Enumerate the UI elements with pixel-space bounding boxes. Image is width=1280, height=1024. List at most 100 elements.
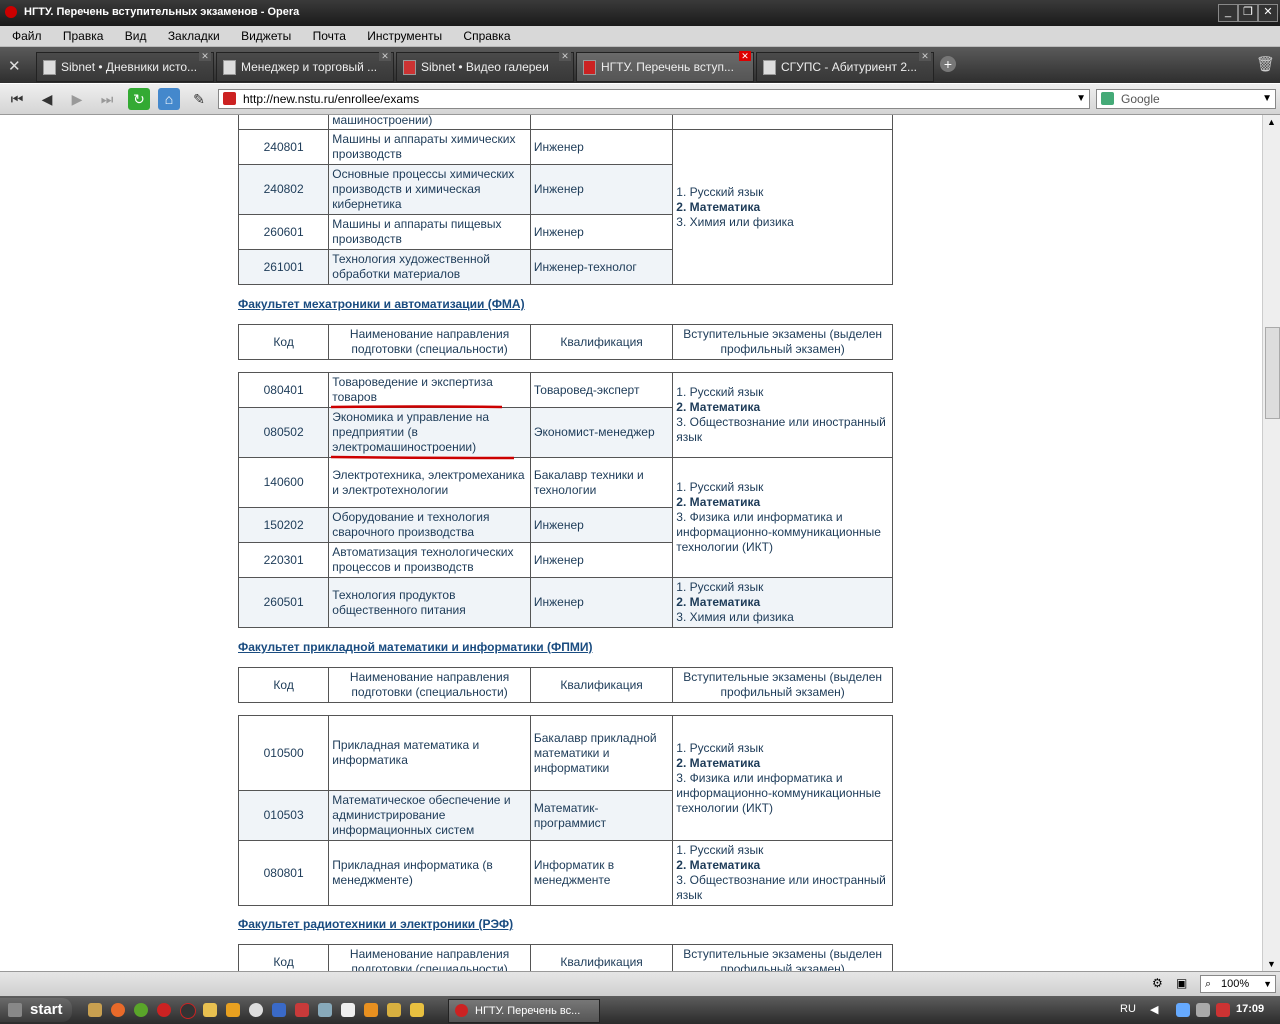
trash-icon[interactable]: 🗑 [1256, 55, 1275, 73]
zoom-control[interactable]: ⌕ 100% ▼ [1200, 975, 1276, 993]
tab-label: СГУПС - Абитуриент 2... [781, 60, 918, 74]
cell-qual: Бакалавр прикладной математики и информа… [529, 715, 674, 791]
header-qual: Квалификация [529, 944, 674, 971]
table-header: Код Наименование направления подготовки … [237, 944, 893, 971]
scroll-up-icon[interactable]: ▲ [1267, 117, 1276, 127]
exam-line: 3. Обществознание или иностранный язык [676, 873, 886, 902]
tab-label: Sibnet • Видео галереи [421, 60, 549, 74]
network-icon[interactable] [1176, 1003, 1190, 1017]
dropdown-arrow-icon[interactable]: ▼ [1262, 90, 1272, 108]
tab-manager[interactable]: Менеджер и торговый ... ✕ [216, 51, 394, 82]
back-icon[interactable]: ◀ [36, 88, 58, 110]
turbo-icon[interactable]: ⚙ [1152, 976, 1163, 990]
security-icon[interactable] [1216, 1003, 1230, 1017]
close-button[interactable]: ✕ [1258, 4, 1278, 22]
search-field[interactable]: Google ▼ [1096, 89, 1276, 109]
exam-line-profile: 2. Математика [676, 858, 761, 872]
vertical-scrollbar[interactable]: ▲ ▼ [1262, 115, 1280, 971]
quicklaunch-icon[interactable] [88, 1003, 102, 1017]
scrollbar-thumb[interactable] [1265, 327, 1280, 419]
menu-mail[interactable]: Почта [313, 26, 346, 46]
address-field[interactable]: http://new.nstu.ru/enrollee/exams ▼ [218, 89, 1090, 109]
cell-code: 010500 [237, 715, 330, 791]
images-icon[interactable]: ▣ [1176, 976, 1187, 990]
header-name: Наименование направления подготовки (спе… [328, 667, 531, 703]
menu-help[interactable]: Справка [463, 26, 510, 46]
minimize-button[interactable]: _ [1218, 4, 1238, 22]
folder-icon[interactable] [203, 1003, 217, 1017]
dropdown-arrow-icon[interactable]: ▼ [1263, 976, 1272, 992]
google-icon [1101, 92, 1114, 105]
header-qual: Квалификация [529, 667, 674, 703]
tab-close-icon[interactable]: ✕ [739, 51, 751, 61]
zoom-value: 100% [1221, 978, 1250, 990]
tab-label: НГТУ. Перечень вступ... [601, 60, 734, 74]
quicklaunch-icon[interactable] [341, 1003, 355, 1017]
task-label: НГТУ. Перечень вс... [475, 1005, 581, 1017]
quicklaunch-icon[interactable] [364, 1003, 378, 1017]
quicklaunch-icon[interactable] [226, 1003, 240, 1017]
exam-line: 3. Физика или информатика и информационн… [676, 770, 881, 815]
quicklaunch-icon[interactable] [134, 1003, 148, 1017]
home-icon[interactable]: ⌂ [158, 88, 180, 110]
header-name: Наименование направления подготовки (спе… [328, 944, 531, 971]
menu-tools[interactable]: Инструменты [367, 26, 442, 46]
start-label: start [30, 1001, 63, 1018]
fast-forward-icon[interactable]: ⏭ [96, 88, 118, 110]
tray-arrow-icon[interactable]: ◀ [1150, 1003, 1158, 1016]
windows-logo-icon [8, 1003, 22, 1017]
table-header: Код Наименование направления подготовки … [237, 667, 893, 703]
maximize-button[interactable]: ❐ [1238, 4, 1258, 22]
tab-close-icon[interactable]: ✕ [379, 51, 391, 61]
underline-mark [330, 455, 515, 460]
new-tab-icon[interactable]: + [940, 56, 956, 72]
tab-close-icon[interactable]: ✕ [919, 51, 931, 61]
reload-icon[interactable]: ↻ [128, 88, 150, 110]
tab-close-icon[interactable]: ✕ [199, 51, 211, 61]
edit-pen-icon[interactable]: ✎ [188, 88, 210, 110]
start-button[interactable]: start [0, 998, 72, 1022]
volume-icon[interactable] [1196, 1003, 1210, 1017]
quicklaunch-icon[interactable] [318, 1003, 332, 1017]
url-text: http://new.nstu.ru/enrollee/exams [243, 92, 420, 106]
dropdown-arrow-icon[interactable]: ▼ [1076, 90, 1086, 108]
taskbar: start НГТУ. Перечень вс... RU ◀ 17:09 [0, 996, 1280, 1024]
tab-sibnet-video[interactable]: Sibnet • Видео галереи ✕ [396, 51, 574, 82]
media-icon[interactable] [180, 1003, 196, 1019]
tab-sibnet-diaries[interactable]: Sibnet • Дневники исто... ✕ [36, 51, 214, 82]
quicklaunch-icon[interactable] [295, 1003, 309, 1017]
rewind-icon[interactable]: ⏮ [6, 88, 28, 110]
tab-nstu-exams[interactable]: НГТУ. Перечень вступ... ✕ [576, 51, 754, 82]
quicklaunch-icon[interactable] [272, 1003, 286, 1017]
menu-bookmarks[interactable]: Закладки [168, 26, 220, 46]
faculty-link-ref[interactable]: Факультет радиотехники и электроники (РЭ… [238, 917, 513, 931]
cell-qual: Математик-программист [529, 790, 674, 841]
menu-file[interactable]: Файл [12, 26, 42, 46]
search-engine-label: Google [1121, 92, 1160, 106]
header-code: Код [237, 944, 330, 971]
forward-icon[interactable]: ▶ [66, 88, 88, 110]
opera-icon [455, 1004, 468, 1017]
tab-close-icon[interactable]: ✕ [559, 51, 571, 61]
header-exams: Вступительные экзамены (выделен профильн… [672, 667, 893, 703]
scroll-down-icon[interactable]: ▼ [1267, 959, 1276, 969]
menu-widgets[interactable]: Виджеты [241, 26, 291, 46]
tab-sgups[interactable]: СГУПС - Абитуриент 2... ✕ [756, 51, 934, 82]
panel-tools-icon[interactable]: ✕ [8, 57, 21, 75]
quicklaunch-icon[interactable] [249, 1003, 263, 1017]
faculty-link-fpmi[interactable]: Факультет прикладной математики и информ… [238, 640, 592, 654]
quicklaunch-icon[interactable] [387, 1003, 401, 1017]
tab-label: Менеджер и торговый ... [241, 60, 378, 74]
taskbar-window-button[interactable]: НГТУ. Перечень вс... [448, 999, 600, 1023]
menu-bar: Файл Правка Вид Закладки Виджеты Почта И… [0, 26, 1280, 47]
language-indicator[interactable]: RU [1120, 1003, 1136, 1015]
exam-line: 1. Русский язык [676, 843, 764, 857]
opera-icon[interactable] [157, 1003, 171, 1017]
tab-label: Sibnet • Дневники исто... [61, 60, 198, 74]
quicklaunch-icon[interactable] [410, 1003, 424, 1017]
menu-edit[interactable]: Правка [63, 26, 104, 46]
window-title: НГТУ. Перечень вступительных экзаменов -… [24, 6, 300, 18]
menu-view[interactable]: Вид [125, 26, 147, 46]
exam-line: 1. Русский язык [676, 740, 764, 755]
browser-icon[interactable] [111, 1003, 125, 1017]
